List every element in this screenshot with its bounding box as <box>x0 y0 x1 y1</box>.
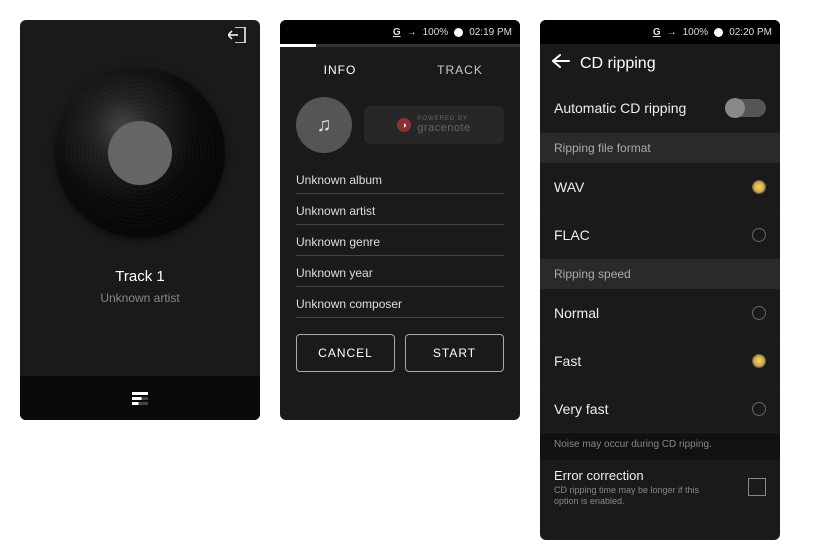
tab-info[interactable]: INFO <box>280 47 400 93</box>
top-bar <box>20 20 260 52</box>
error-correction-checkbox[interactable] <box>748 478 766 496</box>
g-indicator: G <box>393 27 401 38</box>
composer-field[interactable]: Unknown composer <box>296 287 504 318</box>
battery-text: 100% <box>683 27 709 38</box>
battery-dot-icon <box>454 28 463 37</box>
battery-dot-icon <box>714 28 723 37</box>
info-header: ♫ ◑ POWERED BY gracenote <box>280 93 520 163</box>
normal-label: Normal <box>554 305 599 321</box>
gracenote-logo-icon: ◑ <box>397 118 411 132</box>
wav-radio[interactable] <box>752 180 766 194</box>
start-button[interactable]: START <box>405 334 504 372</box>
fast-radio[interactable] <box>752 354 766 368</box>
error-correction-sub: CD ripping time may be longer if this op… <box>554 485 719 507</box>
album-art <box>20 68 260 238</box>
arrow-icon: → <box>407 27 417 38</box>
error-correction-row[interactable]: Error correction CD ripping time may be … <box>540 460 780 515</box>
music-note-icon: ♫ <box>317 114 332 137</box>
track-info: Track 1 Unknown artist <box>20 268 260 305</box>
status-bar: G → 100% 02:19 PM <box>280 20 520 44</box>
artist-field[interactable]: Unknown artist <box>296 194 504 225</box>
format-wav-row[interactable]: WAV <box>540 163 780 211</box>
genre-field[interactable]: Unknown genre <box>296 225 504 256</box>
speed-veryfast-row[interactable]: Very fast <box>540 385 780 433</box>
status-bar: G → 100% 02:20 PM <box>540 20 780 44</box>
veryfast-label: Very fast <box>554 401 608 417</box>
year-field[interactable]: Unknown year <box>296 256 504 287</box>
exit-icon[interactable] <box>228 27 248 46</box>
noise-hint: Noise may occur during CD ripping. <box>540 433 780 460</box>
vinyl-record <box>55 68 225 238</box>
track-artist: Unknown artist <box>20 291 260 305</box>
playlist-icon[interactable] <box>132 392 148 405</box>
arrow-icon: → <box>667 27 677 38</box>
speed-normal-row[interactable]: Normal <box>540 289 780 337</box>
auto-ripping-toggle[interactable] <box>726 99 766 117</box>
album-art-placeholder[interactable]: ♫ <box>296 97 352 153</box>
flac-radio[interactable] <box>752 228 766 242</box>
cd-ripping-settings-screen: G → 100% 02:20 PM CD ripping Automatic C… <box>540 20 780 540</box>
format-flac-row[interactable]: FLAC <box>540 211 780 259</box>
cancel-button[interactable]: CANCEL <box>296 334 395 372</box>
auto-ripping-row[interactable]: Automatic CD ripping <box>540 83 780 133</box>
page-title: CD ripping <box>580 55 656 73</box>
settings-header: CD ripping <box>540 44 780 83</box>
speed-section-label: Ripping speed <box>540 259 780 289</box>
battery-text: 100% <box>423 27 449 38</box>
fast-label: Fast <box>554 353 581 369</box>
button-row: CANCEL START <box>280 318 520 388</box>
veryfast-radio[interactable] <box>752 402 766 416</box>
flac-label: FLAC <box>554 227 590 243</box>
speed-fast-row[interactable]: Fast <box>540 337 780 385</box>
gracenote-button[interactable]: ◑ POWERED BY gracenote <box>364 106 504 144</box>
record-label <box>108 121 172 185</box>
clock: 02:20 PM <box>729 27 772 38</box>
error-correction-label: Error correction <box>554 468 719 483</box>
bottom-bar <box>20 376 260 420</box>
now-playing-screen: Track 1 Unknown artist <box>20 20 260 420</box>
track-title: Track 1 <box>20 268 260 285</box>
album-field[interactable]: Unknown album <box>296 163 504 194</box>
format-section-label: Ripping file format <box>540 133 780 163</box>
back-icon[interactable] <box>552 54 570 73</box>
clock: 02:19 PM <box>469 27 512 38</box>
wav-label: WAV <box>554 179 584 195</box>
normal-radio[interactable] <box>752 306 766 320</box>
album-info-screen: G → 100% 02:19 PM INFO TRACK ♫ ◑ POWERED… <box>280 20 520 420</box>
field-list: Unknown album Unknown artist Unknown gen… <box>280 163 520 318</box>
gracenote-text: POWERED BY gracenote <box>417 116 470 134</box>
tabs: INFO TRACK <box>280 47 520 93</box>
auto-ripping-label: Automatic CD ripping <box>554 100 686 116</box>
g-indicator: G <box>653 27 661 38</box>
tab-track[interactable]: TRACK <box>400 47 520 93</box>
